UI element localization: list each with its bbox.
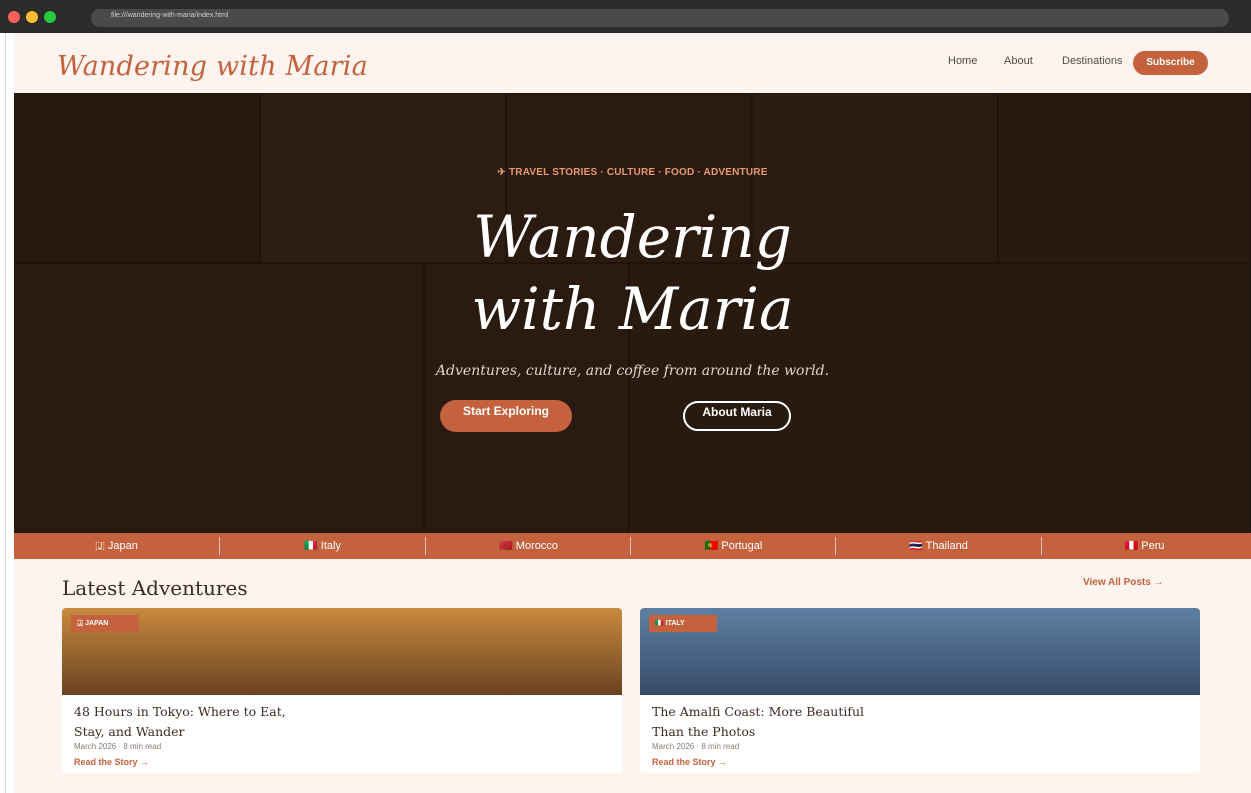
close-window-icon[interactable] [8,11,20,23]
nav-destinations[interactable]: Destinations [1062,55,1123,67]
post-tag: 🇮🇹 ITALY [649,615,717,632]
minimize-window-icon[interactable] [26,11,38,23]
site-header: Wandering with Maria Home About Destinat… [14,33,1251,93]
hero-title: Wandering with Maria [14,201,1251,345]
post-image: 🇯 JAPAN [62,608,622,695]
read-story-link[interactable]: Read the Story → [652,757,727,767]
section-heading: Latest Adventures [62,576,248,600]
view-all-posts-link[interactable]: View All Posts → [1083,577,1164,588]
destination-peru[interactable]: 🇵🇪 Peru [1042,533,1247,559]
about-maria-button[interactable]: About Maria [683,401,791,431]
start-exploring-button[interactable]: Start Exploring [440,400,572,432]
destinations-strip: 🇯 Japan 🇮🇹 Italy 🇲🇦 Morocco 🇵🇹 Portugal … [14,533,1251,559]
post-title[interactable]: 48 Hours in Tokyo: Where to Eat, Stay, a… [74,702,314,742]
nav-home[interactable]: Home [948,55,977,67]
subscribe-button[interactable]: Subscribe [1133,51,1208,75]
hero-title-line: Wandering [473,203,792,271]
hero-eyebrow: ✈ TRAVEL STORIES · CULTURE · FOOD · ADVE… [497,167,768,178]
post-tag: 🇯 JAPAN [71,615,139,632]
post-meta: March 2026 · 8 min read [74,742,162,751]
hero-title-line: with Maria [471,275,794,343]
post-meta: March 2026 · 8 min read [652,742,740,751]
destination-japan[interactable]: 🇯 Japan [14,533,219,559]
post-card[interactable]: 🇮🇹 ITALY The Amalfi Coast: More Beautifu… [640,608,1200,773]
url-text: file:///wandering-with-maria/index.html [111,12,229,19]
destination-portugal[interactable]: 🇵🇹 Portugal [631,533,836,559]
page: Wandering with Maria Home About Destinat… [14,33,1251,793]
window-border [5,33,6,793]
address-bar[interactable]: file:///wandering-with-maria/index.html [91,9,1229,27]
maximize-window-icon[interactable] [44,11,56,23]
site-logo[interactable]: Wandering with Maria [57,51,368,82]
nav-about[interactable]: About [1004,55,1033,67]
hero-subtitle: Adventures, culture, and coffee from aro… [435,363,830,379]
hero-section: ✈ TRAVEL STORIES · CULTURE · FOOD · ADVE… [14,93,1251,533]
post-card[interactable]: 🇯 JAPAN 48 Hours in Tokyo: Where to Eat,… [62,608,622,773]
browser-chrome: file:///wandering-with-maria/index.html [0,0,1251,33]
read-story-link[interactable]: Read the Story → [74,757,149,767]
destination-morocco[interactable]: 🇲🇦 Morocco [426,533,631,559]
post-image: 🇮🇹 ITALY [640,608,1200,695]
post-title[interactable]: The Amalfi Coast: More Beautiful Than th… [652,702,892,742]
destination-italy[interactable]: 🇮🇹 Italy [220,533,425,559]
destination-thailand[interactable]: 🇹🇭 Thailand [836,533,1041,559]
